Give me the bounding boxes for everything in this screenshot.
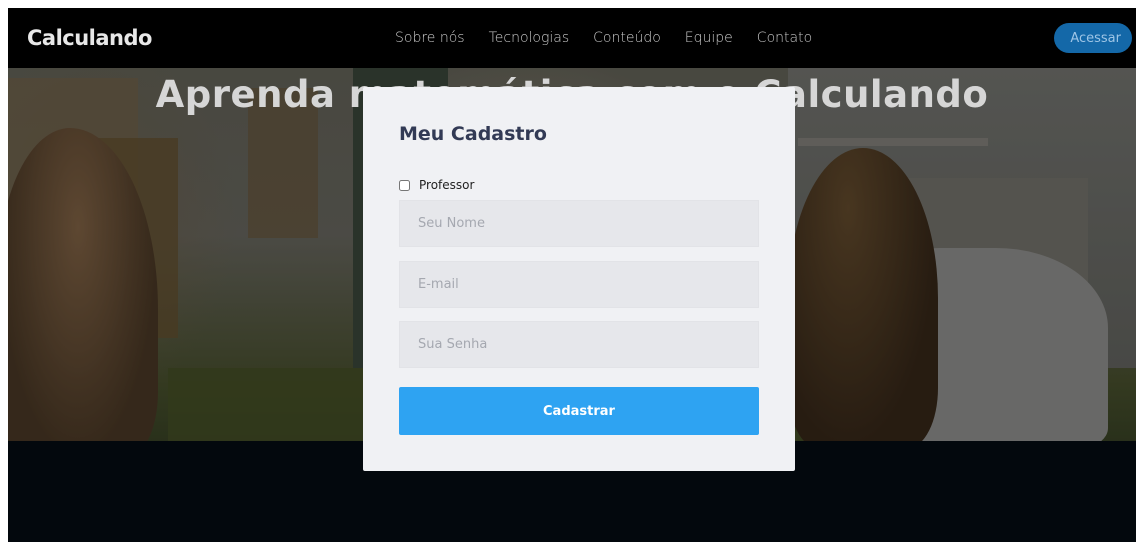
nav-links: Sobre nós Tecnologias Conteúdo Equipe Co…: [395, 30, 836, 46]
password-input[interactable]: [399, 321, 759, 368]
nav-link-sobre-nos[interactable]: Sobre nós: [395, 30, 465, 46]
name-input[interactable]: [399, 200, 759, 247]
nav-link-conteudo[interactable]: Conteúdo: [593, 30, 661, 46]
access-button[interactable]: Acessar: [1054, 23, 1132, 53]
navbar: Calculando Sobre nós Tecnologias Conteúd…: [8, 8, 1136, 68]
submit-button[interactable]: Cadastrar: [399, 387, 759, 435]
page-frame: Calculando Sobre nós Tecnologias Conteúd…: [8, 8, 1136, 542]
email-input[interactable]: [399, 261, 759, 308]
brand-logo[interactable]: Calculando: [27, 26, 152, 50]
professor-label[interactable]: Professor: [419, 178, 474, 192]
professor-option: Professor: [399, 178, 474, 192]
nav-link-contato[interactable]: Contato: [757, 30, 812, 46]
nav-link-tecnologias[interactable]: Tecnologias: [489, 30, 570, 46]
modal-title: Meu Cadastro: [399, 123, 547, 145]
professor-checkbox[interactable]: [399, 179, 410, 191]
signup-modal: Meu Cadastro Professor Cadastrar: [363, 87, 795, 471]
nav-link-equipe[interactable]: Equipe: [685, 30, 733, 46]
